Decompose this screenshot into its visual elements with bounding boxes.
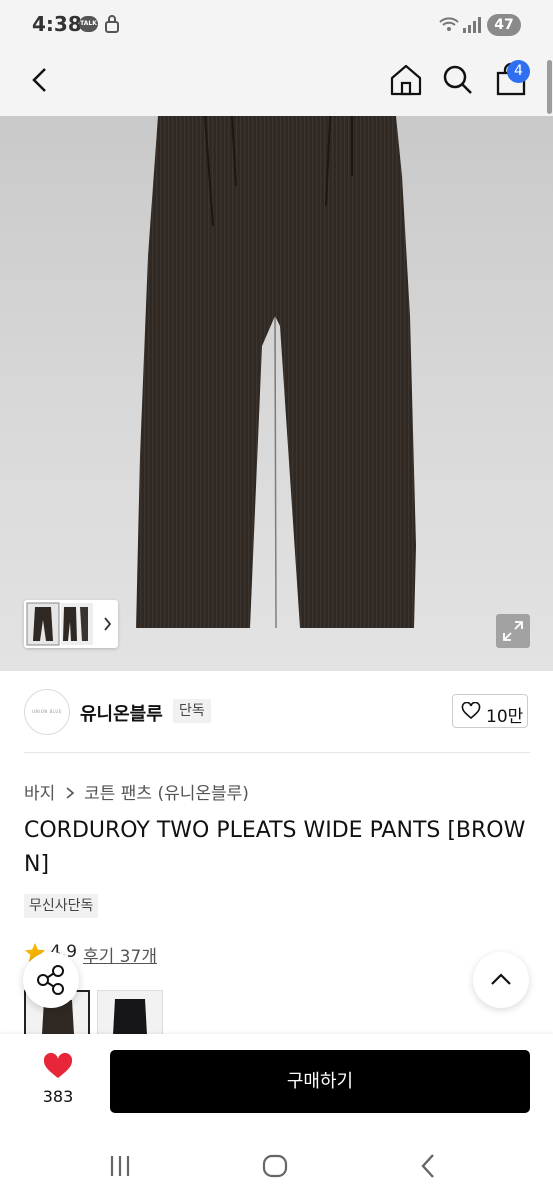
share-icon (37, 965, 64, 995)
product-image[interactable] (0, 116, 553, 671)
breadcrumb: 바지 코튼 팬츠 (유니온블루) (24, 779, 249, 804)
heart-count: 383 (42, 1087, 74, 1106)
system-home-icon[interactable] (262, 1154, 288, 1178)
buy-button[interactable]: 구매하기 (110, 1050, 530, 1113)
talk-notification-icon: TALK (79, 16, 98, 32)
breadcrumb-category[interactable]: 바지 (24, 784, 55, 804)
signal-icon (463, 17, 481, 33)
lock-icon (105, 15, 119, 33)
search-icon[interactable] (440, 62, 476, 98)
product-title: CORDUROY TWO PLEATS WIDE PANTS [BROWN] (24, 818, 526, 877)
heart-outline-icon (461, 702, 481, 720)
chevron-right-icon (66, 787, 74, 799)
wifi-icon (439, 17, 459, 31)
back-arrow-icon[interactable] (28, 66, 52, 94)
scrollbar-indicator[interactable] (547, 60, 552, 114)
divider (24, 752, 530, 753)
store-exclusive-tag: 무신사단독 (24, 894, 99, 918)
color-option-black[interactable] (97, 990, 163, 1036)
recents-icon[interactable] (109, 1154, 131, 1178)
brand-name[interactable]: 유니온블루 (80, 700, 163, 726)
expand-icon[interactable] (496, 614, 530, 648)
cart-count-badge: 4 (507, 60, 530, 83)
image-thumbnail-strip[interactable] (24, 600, 118, 648)
review-link[interactable]: 후기 37개 (83, 942, 157, 967)
breadcrumb-subcategory[interactable]: 코튼 팬츠 (유니온블루) (84, 784, 249, 804)
pants-photo (136, 116, 416, 629)
brand-logo[interactable]: UNION BLUE (24, 689, 70, 735)
brand-like-count: 10만 (486, 707, 524, 727)
share-button[interactable] (23, 952, 79, 1008)
home-icon[interactable] (388, 62, 424, 98)
battery-indicator: 47 (487, 14, 521, 36)
status-time: 4:38 (32, 12, 82, 36)
system-back-icon[interactable] (418, 1152, 438, 1180)
exclusive-badge: 단독 (173, 699, 211, 723)
chevron-up-icon (491, 973, 511, 985)
scroll-top-button[interactable] (473, 952, 529, 1008)
heart-icon[interactable] (42, 1052, 74, 1080)
